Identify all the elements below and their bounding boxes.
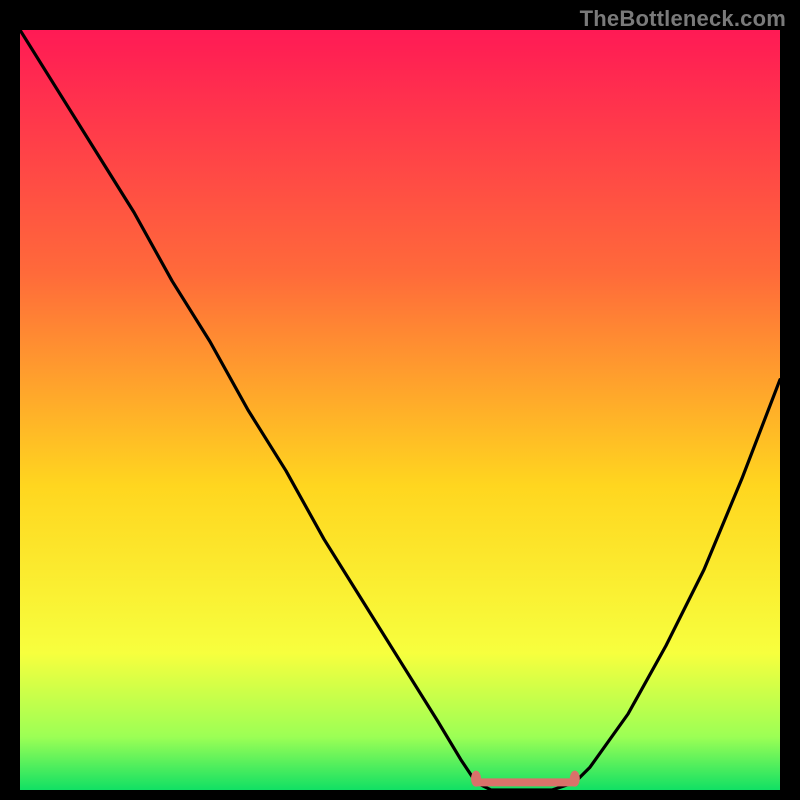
- gradient-plot-area: [20, 30, 780, 790]
- flat-region-marker: [471, 771, 481, 787]
- watermark-text: TheBottleneck.com: [580, 6, 786, 32]
- chart-frame: [20, 30, 780, 790]
- bottleneck-chart: [20, 30, 780, 790]
- flat-region-marker: [570, 771, 580, 787]
